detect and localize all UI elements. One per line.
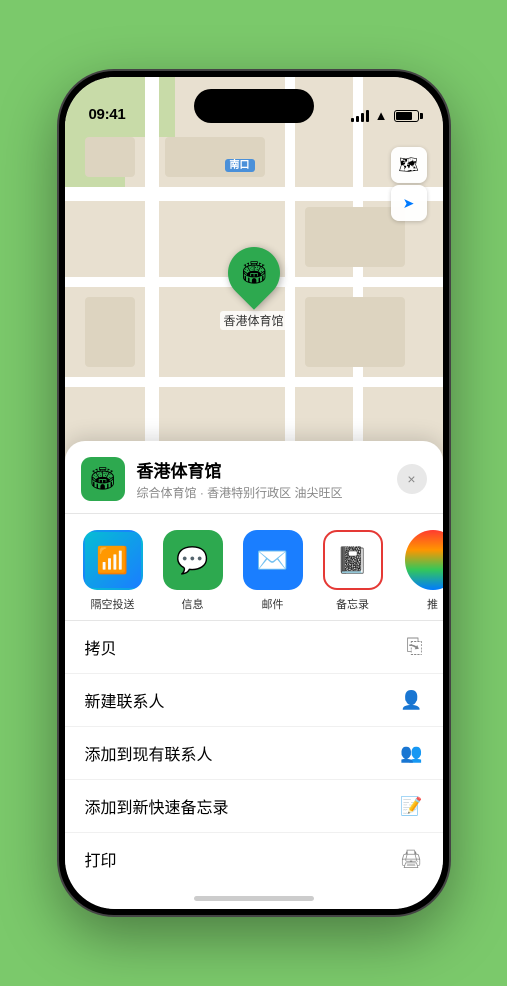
status-icons: ▲ [351, 108, 419, 123]
venue-title: 香港体育馆 [137, 457, 397, 482]
map-controls: 🗺 ➤ [391, 147, 427, 221]
messages-icon: 💬 [163, 530, 223, 590]
mail-icon: ✉️ [243, 530, 303, 590]
venue-subtitle: 综合体育馆 · 香港特别行政区 油尖旺区 [137, 484, 397, 501]
pin-icon: 🏟 [240, 260, 268, 286]
bottom-sheet: 🏟 香港体育馆 综合体育馆 · 香港特别行政区 油尖旺区 × 📶 隔空投送 [65, 441, 443, 909]
sheet-header: 🏟 香港体育馆 综合体育馆 · 香港特别行政区 油尖旺区 × [65, 441, 443, 514]
action-list: 拷贝 ⎘ 新建联系人 👤 添加到现有联系人 👥 添加到新快速备忘录 📝 打印 [65, 620, 443, 885]
wifi-icon: ▲ [375, 108, 388, 123]
more-dots [405, 530, 443, 590]
print-label: 打印 [85, 847, 117, 871]
map-label-nkou: 南口 [225, 155, 255, 173]
venue-pin: 🏟 香港体育馆 [219, 247, 287, 330]
map-area[interactable]: 南口 🏟 香港体育馆 🗺 ➤ [65, 77, 443, 497]
airdrop-label: 隔空投送 [91, 596, 135, 612]
home-indicator [194, 896, 314, 901]
more-icon [403, 530, 443, 590]
action-add-existing[interactable]: 添加到现有联系人 👥 [65, 727, 443, 780]
battery-icon [394, 110, 419, 122]
action-new-contact[interactable]: 新建联系人 👤 [65, 674, 443, 727]
share-item-notes[interactable]: 📓 备忘录 [313, 530, 393, 612]
share-item-more[interactable]: 推 [393, 530, 443, 612]
new-contact-icon: 👤 [400, 690, 422, 711]
copy-icon: ⎘ [407, 636, 423, 659]
phone-frame: 09:41 ▲ [59, 71, 449, 915]
add-notes-label: 添加到新快速备忘录 [85, 794, 229, 818]
action-add-notes[interactable]: 添加到新快速备忘录 📝 [65, 780, 443, 833]
notes-icon: 📓 [323, 530, 383, 590]
dynamic-island [194, 89, 314, 123]
share-item-mail[interactable]: ✉️ 邮件 [233, 530, 313, 612]
add-notes-icon: 📝 [400, 796, 422, 817]
add-existing-icon: 👥 [400, 743, 422, 764]
mail-label: 邮件 [262, 596, 284, 612]
print-icon: 🖨 [400, 849, 423, 870]
notes-label: 备忘录 [336, 596, 369, 612]
add-existing-label: 添加到现有联系人 [85, 741, 213, 765]
copy-label: 拷贝 [85, 635, 117, 659]
location-button[interactable]: ➤ [391, 185, 427, 221]
new-contact-label: 新建联系人 [85, 688, 165, 712]
action-copy[interactable]: 拷贝 ⎘ [65, 621, 443, 674]
venue-logo: 🏟 [81, 457, 125, 501]
pin-label: 香港体育馆 [219, 311, 287, 330]
airdrop-icon: 📶 [83, 530, 143, 590]
phone-screen: 09:41 ▲ [65, 77, 443, 909]
share-item-messages[interactable]: 💬 信息 [153, 530, 233, 612]
messages-label: 信息 [182, 596, 204, 612]
map-type-button[interactable]: 🗺 [391, 147, 427, 183]
share-row: 📶 隔空投送 💬 信息 ✉️ 邮件 [65, 514, 443, 620]
close-button[interactable]: × [397, 464, 427, 494]
share-item-airdrop[interactable]: 📶 隔空投送 [73, 530, 153, 612]
pin-circle: 🏟 [217, 236, 291, 310]
signal-icon [351, 110, 369, 122]
venue-info: 香港体育馆 综合体育馆 · 香港特别行政区 油尖旺区 [137, 457, 397, 501]
status-time: 09:41 [89, 106, 126, 123]
more-label: 推 [427, 596, 438, 612]
action-print[interactable]: 打印 🖨 [65, 833, 443, 885]
